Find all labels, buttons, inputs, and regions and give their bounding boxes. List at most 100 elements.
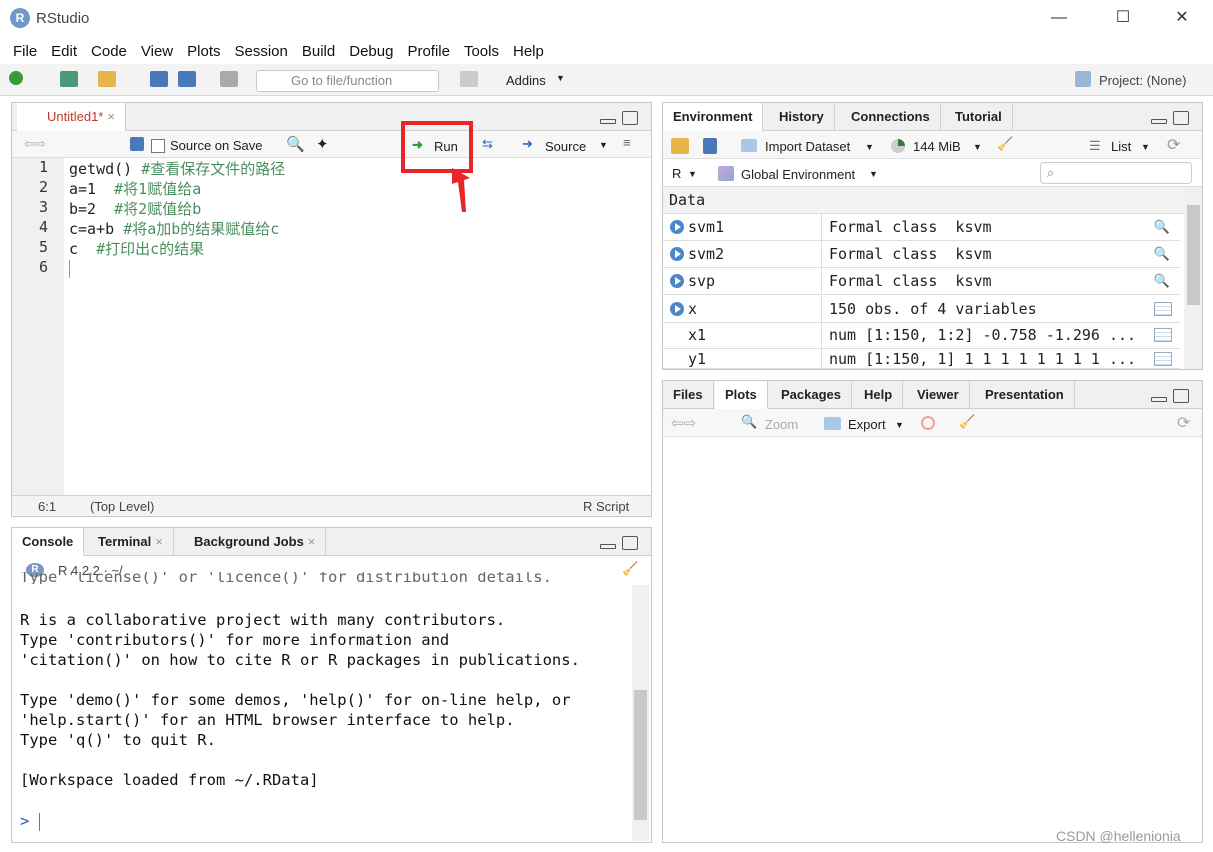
goto-file-input[interactable]: Go to file/function [256,70,439,92]
table-view-icon[interactable] [1154,328,1172,342]
maximize-button[interactable]: ☐ [1101,4,1145,32]
maximize-pane-icon[interactable] [622,111,638,125]
env-row-svm1[interactable]: svm1 Formal class ksvm 🔍 [663,214,1180,241]
scrollbar-thumb[interactable] [634,690,647,820]
search-icon[interactable]: 🔍 [286,135,305,153]
menu-file[interactable]: File [6,43,44,60]
env-row-x1[interactable]: x1 num [1:150, 1:2] -0.758 -1.296 ... [663,322,1180,349]
file-type-selector[interactable]: R Script [583,499,629,514]
menu-debug[interactable]: Debug [342,43,400,60]
close-button[interactable]: ✕ [1160,4,1204,32]
tab-help[interactable]: Help [854,381,904,409]
console-prompt[interactable]: > [20,812,29,830]
environment-search-input[interactable]: ⌕ [1040,162,1192,184]
menu-tools[interactable]: Tools [457,43,506,60]
project-menu[interactable]: Project: (None) [1099,73,1186,88]
menu-session[interactable]: Session [228,43,295,60]
tab-files[interactable]: Files [663,381,714,409]
chevron-down-icon[interactable]: ▼ [869,169,878,179]
maximize-pane-icon[interactable] [622,536,638,550]
tab-plots[interactable]: Plots [715,381,768,409]
search-icon[interactable]: 🔍 [1154,220,1170,235]
minimize-pane-icon[interactable] [1151,119,1167,124]
tab-history[interactable]: History [769,103,835,131]
memory-usage-button[interactable]: 144 MiB [913,139,961,154]
save-icon[interactable] [130,137,144,151]
menu-edit[interactable]: Edit [44,43,84,60]
chevron-down-icon[interactable]: ▼ [895,420,904,430]
expand-icon[interactable] [670,302,684,316]
refresh-icon[interactable]: ⟳ [1177,413,1190,433]
env-row-y1[interactable]: y1 num [1:150, 1] 1 1 1 1 1 1 1 1 ... [663,346,1180,369]
scope-indicator[interactable]: (Top Level) [90,499,154,514]
chevron-down-icon[interactable]: ▼ [599,140,608,150]
close-icon[interactable]: × [155,534,163,549]
chevron-down-icon[interactable]: ▼ [973,142,982,152]
code-editor-area[interactable] [64,158,651,495]
plot-area[interactable] [663,437,1202,842]
minimize-pane-icon[interactable] [600,544,616,549]
env-row-x[interactable]: x 150 obs. of 4 variables [663,296,1180,323]
save-all-icon[interactable] [178,71,196,87]
menu-view[interactable]: View [134,43,180,60]
new-file-icon[interactable] [9,71,23,85]
environment-scrollbar[interactable] [1184,187,1202,369]
layout-grid-icon[interactable] [460,71,478,87]
scrollbar-thumb[interactable] [1187,205,1200,305]
env-row-svp[interactable]: svp Formal class ksvm 🔍 [663,268,1180,295]
chevron-down-icon[interactable]: ▼ [865,142,874,152]
maximize-pane-icon[interactable] [1173,389,1189,403]
open-file-icon[interactable] [98,71,116,87]
search-icon[interactable]: 🔍 [1154,247,1170,262]
chevron-down-icon[interactable]: ▼ [1141,142,1150,152]
expand-icon[interactable] [670,247,684,261]
tab-console[interactable]: Console [12,528,85,556]
tab-untitled1[interactable]: Untitled1* × [17,103,126,131]
chevron-down-icon[interactable]: ▼ [688,169,697,179]
import-dataset-button[interactable]: Import Dataset [765,139,850,154]
back-arrow-icon[interactable]: ⇦⇨ [24,136,46,152]
zoom-button[interactable]: Zoom [765,417,798,432]
refresh-icon[interactable]: ⟳ [1167,135,1180,155]
clear-console-icon[interactable]: 🧹 [622,561,638,577]
source-button[interactable]: Source [545,139,586,154]
new-project-icon[interactable] [60,71,78,87]
table-view-icon[interactable] [1154,302,1172,316]
tab-terminal[interactable]: Terminal × [88,528,174,556]
rerun-icon[interactable]: ⇆ [482,136,493,152]
print-icon[interactable] [220,71,238,87]
console-scrollbar[interactable] [632,585,649,841]
back-arrow-icon[interactable]: ⇦⇨ [671,414,696,432]
minimize-pane-icon[interactable] [1151,397,1167,402]
save-workspace-icon[interactable] [703,138,717,154]
tab-environment[interactable]: Environment [663,103,764,131]
minimize-button[interactable]: — [1037,4,1081,32]
addins-button[interactable]: Addins [506,73,546,88]
tab-close-icon[interactable]: × [107,109,115,124]
close-icon[interactable]: × [308,534,316,549]
env-row-svm2[interactable]: svm2 Formal class ksvm 🔍 [663,241,1180,268]
menu-code[interactable]: Code [84,43,134,60]
save-icon[interactable] [150,71,168,87]
maximize-pane-icon[interactable] [1173,111,1189,125]
tab-presentation[interactable]: Presentation [975,381,1075,409]
expand-icon[interactable] [670,220,684,234]
tab-packages[interactable]: Packages [771,381,852,409]
minimize-pane-icon[interactable] [600,119,616,124]
menu-profile[interactable]: Profile [400,43,457,60]
table-view-icon[interactable] [1154,352,1172,366]
magic-wand-icon[interactable]: ✦ [316,135,329,153]
menu-plots[interactable]: Plots [180,43,227,60]
view-mode-button[interactable]: List [1111,139,1131,154]
broom-icon[interactable]: 🧹 [959,414,975,430]
tab-tutorial[interactable]: Tutorial [945,103,1013,131]
tab-viewer[interactable]: Viewer [907,381,970,409]
outline-icon[interactable]: ≡ [623,135,631,150]
open-folder-icon[interactable] [671,138,689,154]
language-selector[interactable]: R [672,166,681,181]
expand-icon[interactable] [670,274,684,288]
tab-connections[interactable]: Connections [841,103,941,131]
tab-background-jobs[interactable]: Background Jobs × [184,528,327,556]
broom-icon[interactable]: 🧹 [997,136,1013,152]
menu-build[interactable]: Build [295,43,342,60]
